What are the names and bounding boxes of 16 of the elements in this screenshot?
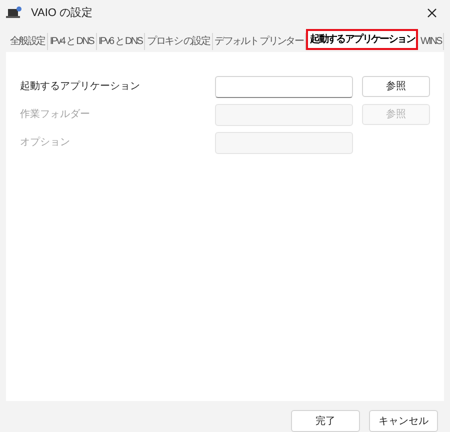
window-title: VAIO の設定 — [31, 6, 93, 21]
browse-button[interactable]: 参照 — [362, 76, 430, 98]
tab[interactable]: 起動するアプリケーション — [306, 28, 418, 50]
field-label: オプション — [20, 136, 71, 150]
input-field[interactable] — [215, 76, 353, 98]
tab[interactable]: 全般設定 — [8, 32, 48, 50]
dialog-button[interactable]: キャンセル — [369, 410, 438, 432]
field-label: 起動するアプリケーション — [20, 80, 141, 94]
tab[interactable]: IPv6 と DNS — [96, 32, 146, 50]
dialog-button[interactable]: 完了 — [291, 410, 360, 432]
tab[interactable]: WINS — [418, 32, 444, 50]
laptop-icon — [6, 6, 22, 20]
field-label: 作業フォルダー — [20, 108, 91, 122]
tab[interactable]: IPv4 と DNS — [48, 32, 96, 50]
tab[interactable]: プロキシ の設定 — [145, 32, 213, 50]
close-icon — [427, 8, 437, 18]
